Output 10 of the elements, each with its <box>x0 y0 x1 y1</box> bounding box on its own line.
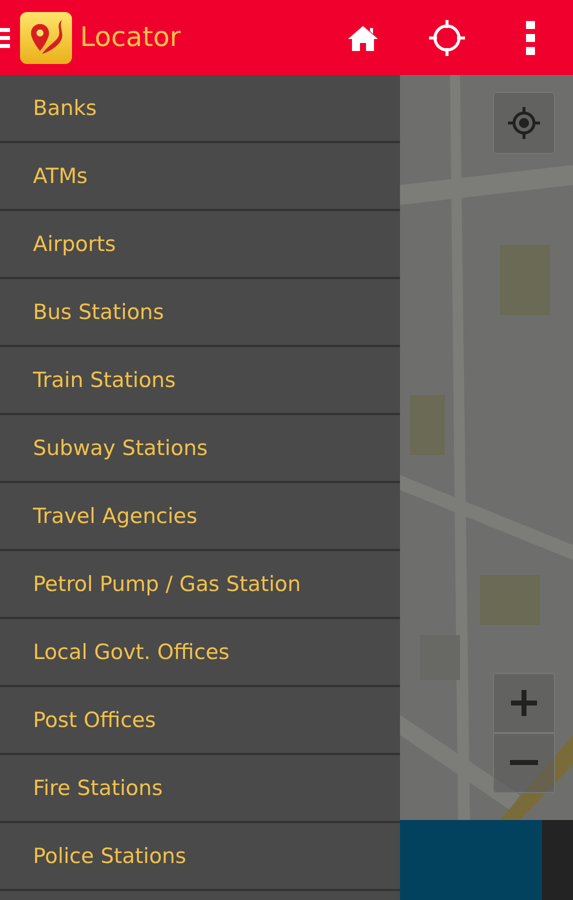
plus-icon <box>510 689 538 717</box>
app-title: Locator <box>80 22 182 53</box>
minus-icon <box>510 760 538 766</box>
my-location-button[interactable] <box>493 92 555 154</box>
crosshair-icon[interactable] <box>429 20 465 56</box>
menu-icon[interactable] <box>0 26 10 50</box>
zoom-in-button[interactable] <box>493 673 555 733</box>
target-icon <box>507 106 541 140</box>
app-logo-icon <box>20 12 72 64</box>
zoom-out-button[interactable] <box>493 733 555 793</box>
